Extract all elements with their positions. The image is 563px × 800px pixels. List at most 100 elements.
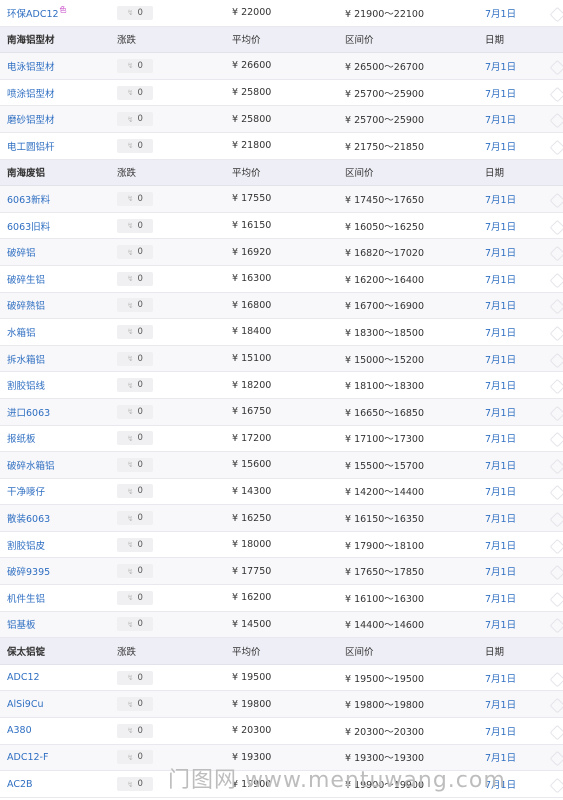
change-value: 0 (137, 513, 143, 524)
section-header-row: 南海废铝 涨跌 平均价 区间价 日期 (0, 159, 563, 187)
trend-arrow-icon: ↯ (127, 619, 134, 629)
date-link[interactable]: 7月1日 (485, 133, 516, 159)
price-range: ¥ 18100～18300 (345, 381, 425, 393)
product-name-link[interactable]: 进口6063 (7, 405, 50, 419)
product-name-link[interactable]: 破碎生铝 (7, 272, 45, 286)
watermark-diamond-icon (549, 192, 563, 209)
product-name-link[interactable]: ADC12 (7, 672, 40, 683)
product-name-link[interactable]: 破碎水箱铝 (7, 458, 55, 472)
date-link[interactable]: 7月1日 (485, 479, 516, 505)
change-value: 0 (137, 433, 143, 444)
change-cell: ↯ 0 (117, 558, 153, 584)
date-link[interactable]: 7月1日 (485, 718, 516, 744)
date-link[interactable]: 7月1日 (485, 532, 516, 558)
product-name-link[interactable]: AC2B (7, 779, 33, 790)
change-value: 0 (137, 619, 143, 630)
average-price: ¥ 16250 (232, 512, 272, 524)
table-row: 电工圆铝杆 ↯ 0 ¥ 21800 ¥ 21750～21850 7月1日 (0, 132, 563, 160)
product-name-link[interactable]: 割胶铝线 (7, 378, 45, 392)
date-link[interactable]: 7月1日 (485, 319, 516, 345)
product-name-cell: A380 (7, 718, 32, 744)
product-name-link[interactable]: 拆水箱铝 (7, 352, 45, 366)
watermark-diamond-icon (549, 511, 563, 528)
trend-arrow-icon: ↯ (127, 141, 134, 151)
section-title: 南海废铝 (7, 168, 46, 180)
date-link[interactable]: 7月1日 (485, 399, 516, 425)
product-name-link[interactable]: 散装6063 (7, 511, 50, 525)
product-name-link[interactable]: 电泳铝型材 (7, 59, 55, 73)
change-cell: ↯ 0 (117, 745, 153, 771)
date-link[interactable]: 7月1日 (485, 213, 516, 239)
product-name-link[interactable]: 环保ADC12 (7, 6, 59, 20)
price-range: ¥ 18300～18500 (345, 327, 425, 339)
date-link[interactable]: 7月1日 (485, 372, 516, 398)
product-name-link[interactable]: 电工圆铝杆 (7, 139, 55, 153)
date-link[interactable]: 7月1日 (485, 426, 516, 452)
date-link[interactable]: 7月1日 (485, 0, 516, 26)
product-name-cell: 散装6063 (7, 505, 50, 531)
average-price: ¥ 18400 (232, 326, 272, 338)
date-link[interactable]: 7月1日 (485, 691, 516, 717)
trend-arrow-icon: ↯ (127, 540, 134, 550)
average-price: ¥ 22000 (232, 7, 272, 19)
date-link[interactable]: 7月1日 (485, 53, 516, 79)
product-name-link[interactable]: 割胶铝皮 (7, 538, 45, 552)
product-name-link[interactable]: 6063新料 (7, 192, 50, 206)
change-value: 0 (137, 592, 143, 603)
date-link[interactable]: 7月1日 (485, 106, 516, 132)
change-chip: ↯ 0 (117, 298, 153, 313)
price-range: ¥ 25700～25900 (345, 88, 425, 100)
date-link[interactable]: 7月1日 (485, 239, 516, 265)
product-name-link[interactable]: AlSi9Cu (7, 699, 44, 710)
date-link[interactable]: 7月1日 (485, 585, 516, 611)
table-row: 磨砂铝型材 ↯ 0 ¥ 25800 ¥ 25700～25900 7月1日 (0, 106, 563, 133)
product-name-link[interactable]: 干净嘜仔 (7, 484, 45, 498)
table-row: 割胶铝皮 ↯ 0 ¥ 18000 ¥ 17900～18100 7月1日 (0, 531, 563, 559)
product-name-link[interactable]: 报纸板 (7, 431, 36, 445)
change-chip: ↯ 0 (117, 245, 153, 260)
date-link[interactable]: 7月1日 (485, 346, 516, 372)
price-range: ¥ 19800～19800 (345, 700, 425, 712)
section-title: 保太铝锭 (7, 647, 46, 659)
date-link[interactable]: 7月1日 (485, 452, 516, 478)
table-row: 报纸板 ↯ 0 ¥ 17200 ¥ 17100～17300 7月1日 (0, 425, 563, 453)
product-name-cell: 喷涂铝型材 (7, 80, 55, 106)
date-link[interactable]: 7月1日 (485, 186, 516, 212)
change-cell: ↯ 0 (117, 479, 153, 505)
product-name-link[interactable]: A380 (7, 725, 32, 736)
date-link[interactable]: 7月1日 (485, 293, 516, 319)
product-name-link[interactable]: 破碎9395 (7, 564, 50, 578)
product-name-cell: 6063新料 (7, 186, 50, 212)
product-name-cell: AC2B (7, 771, 33, 797)
product-name-cell: 进口6063 (7, 399, 50, 425)
date-link[interactable]: 7月1日 (485, 665, 516, 691)
column-header-date: 日期 (485, 35, 505, 47)
date-link[interactable]: 7月1日 (485, 558, 516, 584)
change-chip: ↯ 0 (117, 378, 153, 393)
product-name-link[interactable]: 破碎熟铝 (7, 298, 45, 312)
change-cell: ↯ 0 (117, 266, 153, 292)
trend-arrow-icon: ↯ (127, 114, 134, 124)
trend-arrow-icon: ↯ (127, 566, 134, 576)
change-cell: ↯ 0 (117, 505, 153, 531)
date-link[interactable]: 7月1日 (485, 505, 516, 531)
product-name-link[interactable]: 铝基板 (7, 617, 36, 631)
product-name-link[interactable]: 喷涂铝型材 (7, 86, 55, 100)
table-row: AlSi9Cu ↯ 0 ¥ 19800 ¥ 19800～19800 7月1日 (0, 691, 563, 719)
product-name-link[interactable]: 水箱铝 (7, 325, 36, 339)
product-name-link[interactable]: 破碎铝 (7, 245, 36, 259)
product-name-cell: 割胶铝线 (7, 372, 45, 398)
date-link[interactable]: 7月1日 (485, 612, 516, 638)
product-name-link[interactable]: ADC12-F (7, 752, 48, 763)
date-link[interactable]: 7月1日 (485, 266, 516, 292)
product-name-cell: ADC12-F (7, 745, 48, 771)
price-range: ¥ 21750～21850 (345, 141, 425, 153)
table-row: 割胶铝线 ↯ 0 ¥ 18200 ¥ 18100～18300 7月1日 (0, 372, 563, 399)
average-price: ¥ 16200 (232, 592, 272, 604)
product-name-link[interactable]: 机件生铝 (7, 591, 45, 605)
product-name-link[interactable]: 磨砂铝型材 (7, 112, 55, 126)
average-price: ¥ 18000 (232, 539, 272, 551)
date-link[interactable]: 7月1日 (485, 80, 516, 106)
product-name-link[interactable]: 6063旧料 (7, 219, 50, 233)
change-value: 0 (137, 247, 143, 258)
